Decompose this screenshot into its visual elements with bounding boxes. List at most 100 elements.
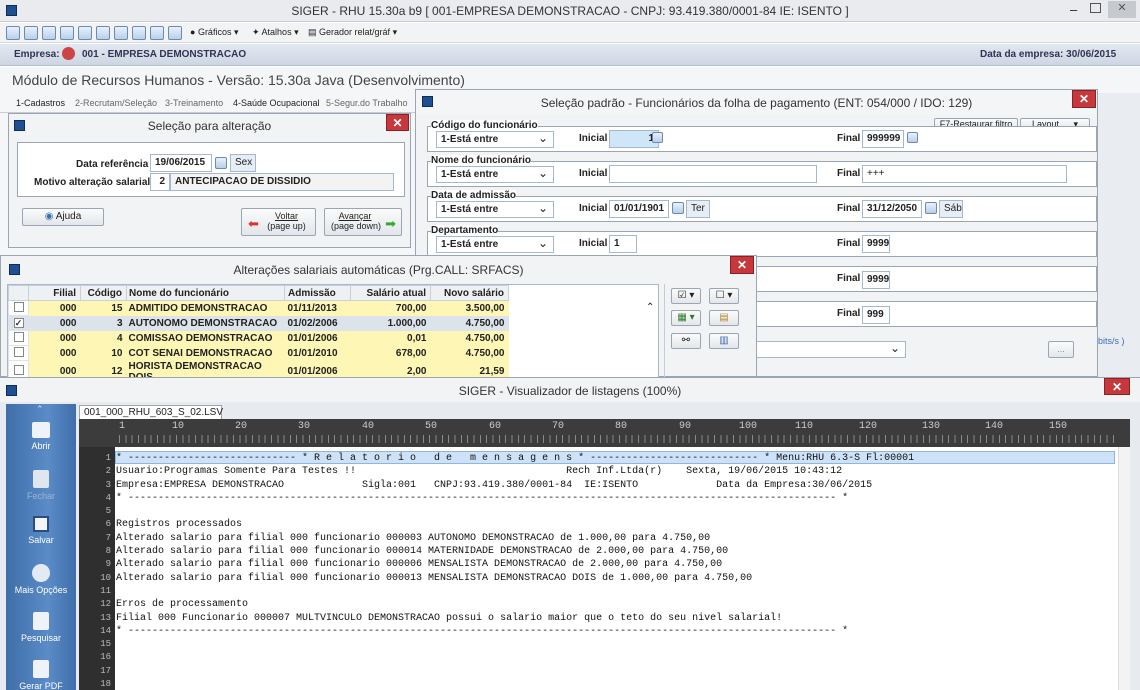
toolbar-icon-10[interactable] [168, 26, 182, 40]
admissao-header[interactable]: Admissão [284, 285, 351, 301]
motivo-code-input[interactable]: 2 [150, 173, 170, 191]
copy-button[interactable]: ▤ [709, 310, 739, 326]
table-row[interactable]: 000 12 HORISTA DEMONSTRACAO DOIS 01/01/2… [8, 360, 509, 377]
toolbar: ● Gráficos ▾ ✦ Atalhos ▾ ▤ Gerador relat… [0, 23, 1140, 43]
gerador-menu[interactable]: ▤ Gerador relat/gráf ▾ [308, 27, 397, 38]
toolbar-icon-2[interactable] [24, 26, 38, 40]
tab-saude[interactable]: 4-Saúde Ocupacional [233, 98, 320, 108]
admissao-final-input[interactable]: 31/12/2050 [862, 200, 922, 218]
data-ref-day: Sex [230, 154, 256, 172]
gear-icon [32, 564, 50, 582]
toolbar-icon-4[interactable] [60, 26, 74, 40]
calc-icon[interactable] [907, 132, 918, 143]
cell-filial: 000 [28, 300, 81, 316]
avancar-button[interactable]: Avançar (page down) ➡ [324, 208, 402, 236]
sidebar-item-fechar[interactable]: Fechar [6, 470, 76, 501]
maximize-button[interactable] [1090, 3, 1101, 13]
line-text: Filial 000 Funcionario 000007 MULTVINCUL… [116, 612, 783, 624]
extra2-final-input[interactable]: 999 [862, 306, 890, 324]
sidebar-item-gerar-pdf[interactable]: Gerar PDF [6, 660, 76, 690]
listing-line: 8 Alterado salario para filial 000 funcio… [79, 545, 1130, 558]
departamento-inicial-input[interactable]: 1 [609, 235, 637, 253]
line-text: Usuario:Programas Somente Para Testes !!… [116, 466, 843, 478]
nome-header[interactable]: Nome do funcionário [126, 285, 285, 301]
close-main-button[interactable]: ✕ [1108, 1, 1136, 18]
export-button[interactable]: ▦ ▾ [671, 310, 701, 326]
calc-icon[interactable] [652, 132, 663, 143]
ruler-mark: 110 [795, 421, 814, 432]
listing-viewer[interactable]: 1 10 20 30 40 50 60 70 80 90 100 110 120… [79, 419, 1130, 690]
codigo-final-input[interactable]: 999999 [862, 130, 904, 148]
row-checkbox[interactable]: ✓ [8, 315, 29, 331]
table-scroll-up[interactable]: ⌃ [646, 302, 654, 313]
graficos-menu[interactable]: ● Gráficos ▾ [190, 27, 238, 38]
grid-button[interactable]: ▥ [709, 333, 739, 349]
calendar-icon[interactable] [215, 157, 227, 169]
nome-inicial-input[interactable] [609, 165, 817, 183]
close-alteracoes[interactable]: ✕ [730, 256, 754, 274]
extra-ellipsis-button[interactable]: ... [1048, 341, 1074, 358]
departamento-operator-select[interactable]: 1-Está entre [436, 236, 554, 253]
row-checkbox[interactable] [8, 300, 29, 316]
toolbar-icon-5[interactable] [78, 26, 92, 40]
uncheck-all-button[interactable]: ☐ ▾ [709, 288, 739, 304]
row-checkbox[interactable] [8, 345, 29, 361]
link-button[interactable]: ⚯ [671, 333, 701, 349]
row-checkbox[interactable] [8, 360, 29, 377]
listing-line: 1 * ---------------------------- * R e l … [79, 452, 1130, 465]
ajuda-button[interactable]: ◉ Ajuda [22, 208, 104, 226]
tab-seguranca[interactable]: 5-Segur.do Trabalho [326, 98, 408, 108]
novo-salario-header[interactable]: Novo salário [430, 285, 509, 301]
admissao-inicial-input[interactable]: 01/01/1901 [609, 200, 669, 218]
toolbar-icon-6[interactable] [96, 26, 110, 40]
close-selecao-padrao[interactable]: ✕ [1072, 90, 1096, 108]
toolbar-icon-1[interactable] [6, 26, 20, 40]
sidebar-item-mais-opcoes[interactable]: Mais Opções [6, 564, 76, 595]
nome-operator-select[interactable]: 1-Está entre [436, 166, 554, 183]
extra1-final-input[interactable]: 9999 [862, 271, 890, 289]
sidebar-item-pesquisar[interactable]: Pesquisar [6, 612, 76, 643]
sidebar-item-salvar[interactable]: Salvar [6, 516, 76, 545]
minimize-button[interactable]: – [1070, 2, 1077, 17]
nome-final-input[interactable]: +++ [862, 165, 1067, 183]
tab-treinamento[interactable]: 3-Treinamento [165, 98, 223, 108]
close-visualizador[interactable]: ✕ [1104, 378, 1130, 395]
toolbar-icon-3[interactable] [42, 26, 56, 40]
line-text: Alterado salario para filial 000 funcion… [116, 559, 723, 571]
close-selecao-alteracao[interactable]: ✕ [386, 114, 409, 131]
listing-line: 2 Usuario:Programas Somente Para Testes !… [79, 465, 1130, 478]
departamento-final-label: Final [837, 238, 861, 249]
admissao-operator-select[interactable]: 1-Está entre [436, 201, 554, 218]
calendar-icon[interactable] [925, 202, 937, 214]
table-row[interactable]: 000 15 ADMITIDO DEMONSTRACAO 01/11/2013 … [8, 300, 509, 316]
filial-header[interactable]: Filial [28, 285, 81, 301]
data-ref-input[interactable]: 19/06/2015 [150, 154, 212, 172]
tab-cadastros[interactable]: 1-Cadastros [16, 98, 65, 108]
tab-recrutamento[interactable]: 2-Recrutam/Seleção [75, 98, 157, 108]
toolbar-icon-9[interactable] [150, 26, 164, 40]
sidebar-scroll-up[interactable]: ⌃ [36, 404, 44, 415]
codigo-header[interactable]: Código [80, 285, 127, 301]
ruler-mark: 120 [859, 421, 878, 432]
table-row[interactable]: ✓ 000 3 AUTONOMO DEMONSTRACAO 01/02/2006… [8, 315, 509, 331]
viewer-scrollbar[interactable] [1118, 447, 1130, 690]
check-all-button[interactable]: ☑ ▾ [671, 288, 701, 304]
salario-atual-header[interactable]: Salário atual [350, 285, 431, 301]
line-number: 10 [100, 572, 111, 583]
row-checkbox[interactable] [8, 330, 29, 346]
departamento-final-input[interactable]: 9999 [862, 235, 890, 253]
toolbar-icon-8[interactable] [132, 26, 146, 40]
codigo-operator-select[interactable]: 1-Está entre [436, 131, 554, 148]
toolbar-icon-7[interactable] [114, 26, 128, 40]
voltar-label: Voltar [274, 211, 298, 221]
extra-select[interactable] [746, 341, 906, 358]
calendar-icon[interactable] [672, 202, 684, 214]
cell-novo-salario: 21,59 [430, 360, 509, 377]
ruler-mark: 80 [615, 421, 628, 432]
atalhos-menu[interactable]: ✦ Atalhos ▾ [252, 27, 299, 38]
voltar-button[interactable]: ⬅ Voltar (page up) [241, 208, 316, 236]
sidebar-item-abrir[interactable]: Abrir [6, 422, 76, 451]
table-row[interactable]: 000 10 COT SENAI DEMONSTRACAO 01/01/2010… [8, 345, 509, 361]
table-row[interactable]: 000 4 COMISSAO DEMONSTRACAO 01/01/2006 0… [8, 330, 509, 346]
file-tab[interactable]: 001_000_RHU_603_S_02.LSV [79, 405, 223, 419]
